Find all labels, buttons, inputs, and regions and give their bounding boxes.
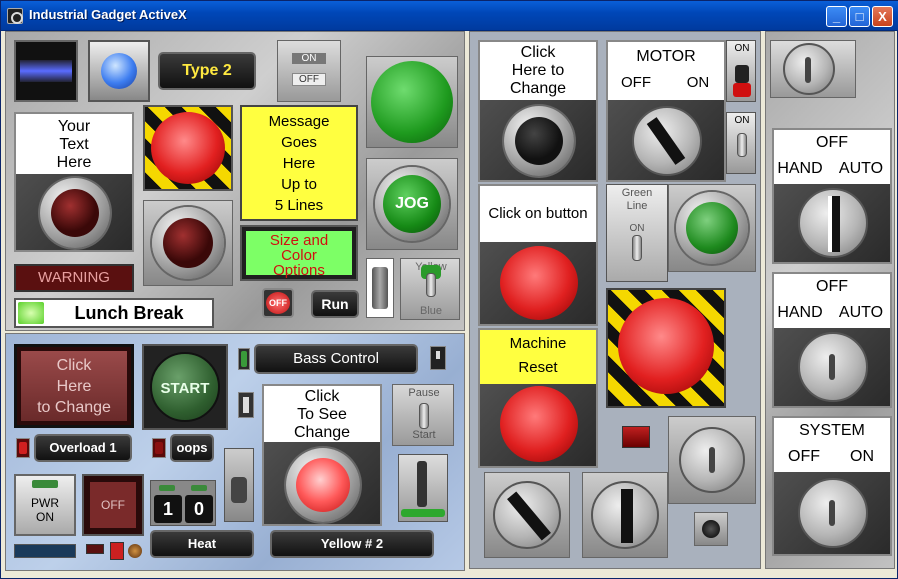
bass-led xyxy=(238,348,250,370)
motor-selector[interactable]: MOTOR OFF ON xyxy=(606,40,726,182)
machine-reset-button[interactable]: Machine Reset xyxy=(478,328,598,468)
hand-auto-selector-1[interactable]: OFF HAND AUTO xyxy=(772,128,892,264)
oops-display: oops xyxy=(170,434,214,462)
start-button[interactable]: START xyxy=(142,344,228,430)
system-key-switch[interactable]: SYSTEM OFF ON xyxy=(772,416,892,556)
red-indicator-square xyxy=(622,426,650,448)
window-title: Industrial Gadget ActiveX xyxy=(29,7,187,22)
overload-display: Overload 1 xyxy=(34,434,132,462)
on-off-rocker-switch[interactable]: ON OFF xyxy=(277,40,341,102)
rotary-selector-2[interactable] xyxy=(582,472,668,558)
dark-red-light[interactable] xyxy=(143,200,233,286)
click-here-change-button[interactable]: Click Here to Change xyxy=(14,344,134,428)
app-window: Industrial Gadget ActiveX _ □ X Type 2 O… xyxy=(0,0,898,579)
your-text-light[interactable]: Your Text Here xyxy=(14,112,134,252)
motor-toggle-2[interactable]: ON xyxy=(726,112,756,174)
blue-bar-indicator xyxy=(14,40,78,102)
small-black-light xyxy=(694,512,728,546)
oops-led xyxy=(152,438,166,458)
yellow2-display: Yellow # 2 xyxy=(270,530,434,558)
pwr-on-button[interactable]: PWR ON xyxy=(14,474,76,536)
middle-panel: Click Here to Change MOTOR OFF ON ON ON … xyxy=(469,31,761,569)
blue-pilot-light[interactable] xyxy=(88,40,150,102)
title-bar[interactable]: Industrial Gadget ActiveX _ □ X xyxy=(1,1,898,31)
app-icon xyxy=(7,8,23,24)
bass-switch[interactable] xyxy=(430,346,446,370)
bass-control-display: Bass Control xyxy=(254,344,418,374)
click-on-button-label: Click on button xyxy=(480,186,596,242)
your-text-label: Your Text Here xyxy=(16,114,132,174)
slider-switch[interactable] xyxy=(398,454,448,522)
hazard-estop-small[interactable] xyxy=(143,105,233,191)
top-left-panel: Type 2 ON OFF Your Text Here Message Goe… xyxy=(5,31,465,331)
green-pilot-light[interactable] xyxy=(668,184,756,272)
hand-auto-selector-2[interactable]: OFF HAND AUTO xyxy=(772,272,892,408)
rocker-switch-small[interactable] xyxy=(366,258,394,318)
motor-on-switch[interactable]: ON xyxy=(726,40,756,102)
black-pushbutton[interactable]: Click Here to Change xyxy=(478,40,598,182)
yellow-blue-switch[interactable]: Yellow Blue xyxy=(400,258,460,320)
blue-bar-small xyxy=(14,544,76,558)
overload-led xyxy=(16,438,30,458)
lunch-break-indicator: Lunch Break xyxy=(14,298,214,328)
maximize-button[interactable]: □ xyxy=(849,6,870,27)
pause-start-switch[interactable]: Pause Start xyxy=(392,384,454,446)
right-panel: OFF HAND AUTO OFF HAND AUTO SYSTEM OFF O… xyxy=(765,31,895,569)
close-button[interactable]: X xyxy=(872,6,893,27)
counter-display: 1 0 xyxy=(150,480,216,526)
key-switch-top[interactable] xyxy=(770,40,856,98)
warning-indicator: WARNING xyxy=(14,264,134,292)
emergency-stop-button[interactable] xyxy=(606,288,726,408)
click-see-change-light[interactable]: Click To See Change xyxy=(262,384,382,526)
run-button[interactable]: Run xyxy=(311,290,359,318)
click-see-change-label: Click To See Change xyxy=(264,386,380,442)
key-switch-middle[interactable] xyxy=(668,416,756,504)
rotary-selector-1[interactable] xyxy=(484,472,570,558)
jog-button[interactable]: JOG xyxy=(366,158,458,250)
off-button[interactable]: OFF xyxy=(82,474,144,536)
bottom-left-panel: Click Here to Change START Bass Control … xyxy=(5,333,465,571)
red-pushbutton[interactable]: Click on button xyxy=(478,184,598,326)
rotary-lever[interactable] xyxy=(224,448,254,522)
tiny-red-led xyxy=(86,544,104,554)
green-pushbutton[interactable] xyxy=(366,56,458,148)
tiny-red-switch[interactable] xyxy=(110,542,124,560)
minimize-button[interactable]: _ xyxy=(826,6,847,27)
green-line-switch[interactable]: Green Line ON xyxy=(606,184,668,282)
counter-digit-2: 0 xyxy=(185,495,213,523)
counter-digit-1: 1 xyxy=(154,495,182,523)
off-indicator-small[interactable]: OFF xyxy=(262,288,294,318)
message-display: Message Goes Here Up to 5 Lines xyxy=(240,105,358,221)
small-toggle[interactable] xyxy=(238,392,254,418)
click-here-change-label: Click Here to Change xyxy=(480,42,596,100)
type2-display: Type 2 xyxy=(158,52,256,90)
size-color-display: Size and Color Options xyxy=(240,225,358,281)
machine-reset-label: Machine Reset xyxy=(480,330,596,384)
heat-display: Heat xyxy=(150,530,254,558)
tiny-amber-light xyxy=(128,544,142,558)
